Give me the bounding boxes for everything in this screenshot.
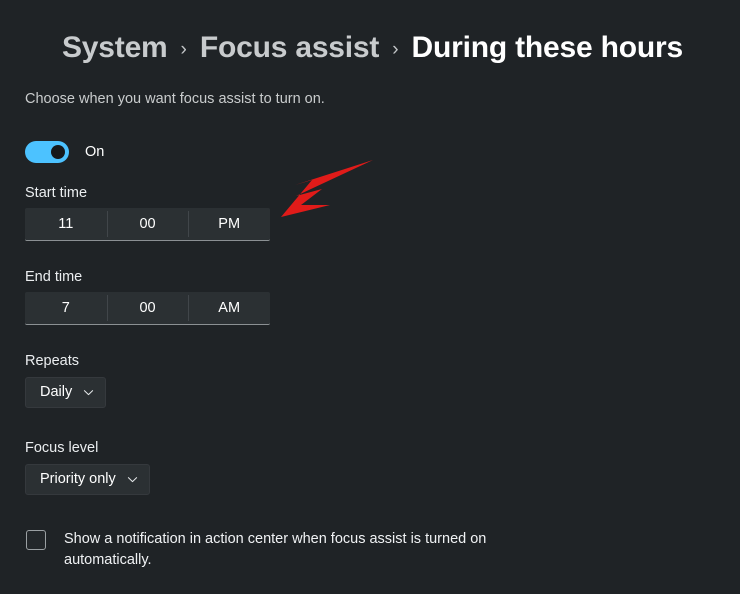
notification-checkbox-label: Show a notification in action center whe… bbox=[64, 531, 487, 569]
end-time-hour-segment[interactable]: 7 bbox=[25, 292, 107, 324]
breadcrumb-item-system[interactable]: System bbox=[62, 33, 168, 63]
chevron-down-icon bbox=[127, 474, 138, 485]
breadcrumb-separator-icon: › bbox=[392, 38, 399, 60]
repeats-dropdown-value: Daily bbox=[40, 384, 73, 401]
focus-level-dropdown[interactable]: Priority only bbox=[25, 464, 150, 495]
breadcrumb-item-focus-assist[interactable]: Focus assist bbox=[200, 33, 380, 63]
end-time-meridiem-segment[interactable]: AM bbox=[188, 292, 270, 324]
start-time-picker: 11 00 PM bbox=[25, 208, 270, 241]
end-time-picker: 7 00 AM bbox=[25, 292, 270, 325]
notification-checkbox-row: Show a notification in action center whe… bbox=[26, 529, 496, 571]
start-time-meridiem-segment[interactable]: PM bbox=[188, 208, 270, 240]
enable-toggle-switch[interactable] bbox=[25, 141, 69, 163]
breadcrumb-separator-icon: › bbox=[180, 38, 187, 60]
repeats-label: Repeats bbox=[25, 353, 80, 369]
breadcrumb-item-during-these-hours: During these hours bbox=[411, 31, 684, 64]
notification-checkbox[interactable] bbox=[26, 530, 46, 550]
page-subtitle: Choose when you want focus assist to tur… bbox=[25, 91, 325, 107]
start-time-label: Start time bbox=[25, 185, 88, 201]
start-time-minute-segment[interactable]: 00 bbox=[106, 208, 189, 240]
chevron-down-icon bbox=[83, 387, 94, 398]
repeats-dropdown[interactable]: Daily bbox=[25, 377, 107, 408]
focus-level-label: Focus level bbox=[25, 440, 99, 456]
end-time-label: End time bbox=[25, 269, 83, 285]
end-time-minute-segment[interactable]: 00 bbox=[106, 292, 189, 324]
start-time-hour-segment[interactable]: 11 bbox=[25, 208, 107, 240]
breadcrumb: System › Focus assist › During these hou… bbox=[62, 33, 683, 63]
enable-toggle-label: On bbox=[85, 144, 105, 160]
focus-level-dropdown-value: Priority only bbox=[40, 471, 116, 488]
toggle-knob bbox=[51, 145, 65, 159]
settings-page: System › Focus assist › During these hou… bbox=[0, 0, 740, 594]
enable-toggle-row: On bbox=[25, 141, 104, 163]
